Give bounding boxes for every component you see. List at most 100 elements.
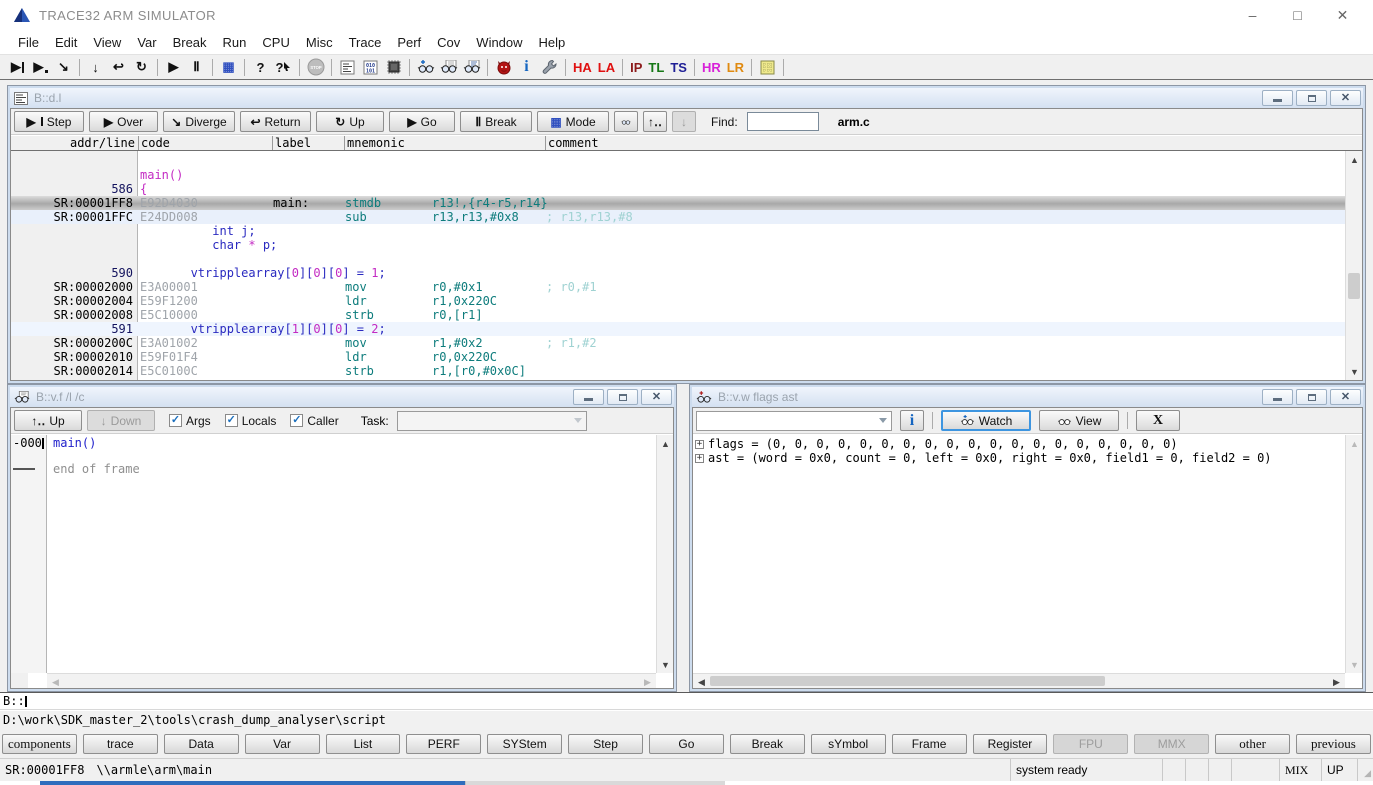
listing-return-button[interactable]: ↩Return: [240, 111, 311, 132]
listing-view-icon[interactable]: [614, 111, 638, 132]
softkey-components[interactable]: components: [2, 734, 77, 754]
scroll-up-icon[interactable]: ▲: [657, 435, 674, 452]
view-stack-icon[interactable]: [460, 57, 483, 78]
grid-icon[interactable]: [756, 57, 779, 78]
ip-button[interactable]: IP: [627, 60, 645, 75]
watch-entry[interactable]: +flags = (0, 0, 0, 0, 0, 0, 0, 0, 0, 0, …: [693, 437, 1345, 451]
scroll-down-icon[interactable]: ▼: [1346, 656, 1363, 673]
softkey-trace[interactable]: trace: [83, 734, 158, 754]
softkey-register[interactable]: Register: [973, 734, 1048, 754]
menu-item-run[interactable]: Run: [215, 32, 255, 53]
step-into-icon[interactable]: ▶: [6, 57, 29, 78]
watch-content[interactable]: +flags = (0, 0, 0, 0, 0, 0, 0, 0, 0, 0, …: [693, 435, 1345, 673]
watch-vscrollbar[interactable]: ▲ ▼: [1345, 435, 1362, 673]
softkey-previous[interactable]: previous: [1296, 734, 1371, 754]
context-help-icon[interactable]: ?: [272, 57, 295, 78]
scroll-right-icon[interactable]: ▶: [639, 674, 656, 689]
view-button[interactable]: View: [1039, 410, 1119, 431]
find-input[interactable]: [747, 112, 819, 131]
tools-icon[interactable]: [538, 57, 561, 78]
softkey-data[interactable]: Data: [164, 734, 239, 754]
minimize-button[interactable]: –: [1230, 0, 1275, 30]
listing-over-button[interactable]: ▶Over: [89, 111, 158, 132]
expression-combobox[interactable]: [696, 411, 892, 431]
listing-row[interactable]: SR:00001FF8E92D4030main:stmdbr13!,{r4-r5…: [11, 196, 1345, 210]
breakpoint-list-icon[interactable]: [492, 57, 515, 78]
view-var-icon[interactable]: [437, 57, 460, 78]
listing-minimize-button[interactable]: [1262, 90, 1293, 106]
menu-item-break[interactable]: Break: [165, 32, 215, 53]
softkey-break[interactable]: Break: [730, 734, 805, 754]
frame-window-titlebar[interactable]: B::v.f /l /c ✕: [10, 387, 674, 407]
frame-row[interactable]: -000main(): [11, 437, 656, 450]
softkey-symbol[interactable]: sYmbol: [811, 734, 886, 754]
listing-goup-button[interactable]: ↑‥: [643, 111, 667, 132]
listing-row[interactable]: SR:00001FFCE24DD008subr13,r13,#0x8; r13,…: [11, 210, 1345, 224]
scroll-down-icon[interactable]: ▼: [1346, 363, 1363, 380]
menu-item-edit[interactable]: Edit: [47, 32, 85, 53]
watch-close-button[interactable]: ✕: [1330, 389, 1361, 405]
listing-close-button[interactable]: ✕: [1330, 90, 1361, 106]
listing-mode-button[interactable]: ▦Mode: [537, 111, 609, 132]
step-return-icon[interactable]: ↩: [107, 57, 130, 78]
maximize-button[interactable]: □: [1275, 0, 1320, 30]
listing-go-button[interactable]: ▶Go: [389, 111, 455, 132]
go-up-icon[interactable]: ↻: [130, 57, 153, 78]
tl-button[interactable]: TL: [645, 60, 667, 75]
watch-hscrollbar[interactable]: ◀ ▶: [693, 673, 1345, 688]
scroll-up-icon[interactable]: ▲: [1346, 151, 1363, 168]
frame-row[interactable]: end of frame: [11, 463, 656, 476]
listing-restore-button[interactable]: [1296, 90, 1327, 106]
softkey-perf[interactable]: PERF: [406, 734, 481, 754]
locals-checkbox[interactable]: ✓Locals: [225, 414, 277, 428]
status-updown-cell[interactable]: UP: [1322, 759, 1358, 781]
menu-item-var[interactable]: Var: [129, 32, 164, 53]
command-input-line[interactable]: B::: [0, 692, 1373, 710]
menu-item-file[interactable]: File: [10, 32, 47, 53]
step-diverge-icon[interactable]: ↘: [52, 57, 75, 78]
close-button[interactable]: ✕: [1320, 0, 1365, 30]
softkey-step[interactable]: Step: [568, 734, 643, 754]
softkey-list[interactable]: List: [326, 734, 401, 754]
frame-vscrollbar[interactable]: ▲ ▼: [656, 435, 673, 673]
softkey-system[interactable]: SYStem: [487, 734, 562, 754]
frame-content[interactable]: -000main() end of frame: [11, 435, 656, 673]
menu-item-view[interactable]: View: [85, 32, 129, 53]
menu-item-help[interactable]: Help: [531, 32, 574, 53]
lr-button[interactable]: LR: [724, 60, 747, 75]
menu-item-cov[interactable]: Cov: [429, 32, 468, 53]
args-checkbox[interactable]: ✓Args: [169, 414, 211, 428]
help-icon[interactable]: ?: [249, 57, 272, 78]
scroll-thumb[interactable]: [710, 676, 1105, 686]
frame-restore-button[interactable]: [607, 389, 638, 405]
menu-item-window[interactable]: Window: [468, 32, 530, 53]
menu-item-cpu[interactable]: CPU: [254, 32, 297, 53]
softkey-frame[interactable]: Frame: [892, 734, 967, 754]
dump-icon[interactable]: 010101: [359, 57, 382, 78]
break-icon[interactable]: Ⅱ: [185, 57, 208, 78]
la-button[interactable]: LA: [595, 60, 618, 75]
scroll-down-icon[interactable]: ▼: [657, 656, 674, 673]
chip-icon[interactable]: [382, 57, 405, 78]
ts-button[interactable]: TS: [667, 60, 690, 75]
listing-row[interactable]: main(): [11, 168, 1345, 182]
expand-plus-icon[interactable]: +: [695, 440, 704, 449]
listing-row[interactable]: SR:00002014E5C0100Cstrbr1,[r0,#0x0C]: [11, 364, 1345, 378]
softkey-go[interactable]: Go: [649, 734, 724, 754]
watch-add-icon[interactable]: [414, 57, 437, 78]
listing-row[interactable]: SR:00002004E59F1200ldrr1,0x220C: [11, 294, 1345, 308]
info-icon[interactable]: i: [515, 57, 538, 78]
listing-row[interactable]: SR:00002010E59F01F4ldrr0,0x220C: [11, 350, 1345, 364]
listing-row[interactable]: [11, 252, 1345, 266]
listing-row[interactable]: SR:00002008E5C10000strbr0,[r1]: [11, 308, 1345, 322]
listing-up-button[interactable]: ↻Up: [316, 111, 384, 132]
watch-info-button[interactable]: i: [900, 410, 924, 431]
watch-button[interactable]: Watch: [941, 410, 1031, 431]
frame-close-button[interactable]: ✕: [641, 389, 672, 405]
list-icon[interactable]: [336, 57, 359, 78]
listing-row[interactable]: int j;: [11, 224, 1345, 238]
step-over-icon[interactable]: ▶: [29, 57, 52, 78]
hr-button[interactable]: HR: [699, 60, 724, 75]
scroll-left-icon[interactable]: ◀: [693, 674, 710, 689]
listing-row[interactable]: 590 vtripplearray[0][0][0] = 1;: [11, 266, 1345, 280]
